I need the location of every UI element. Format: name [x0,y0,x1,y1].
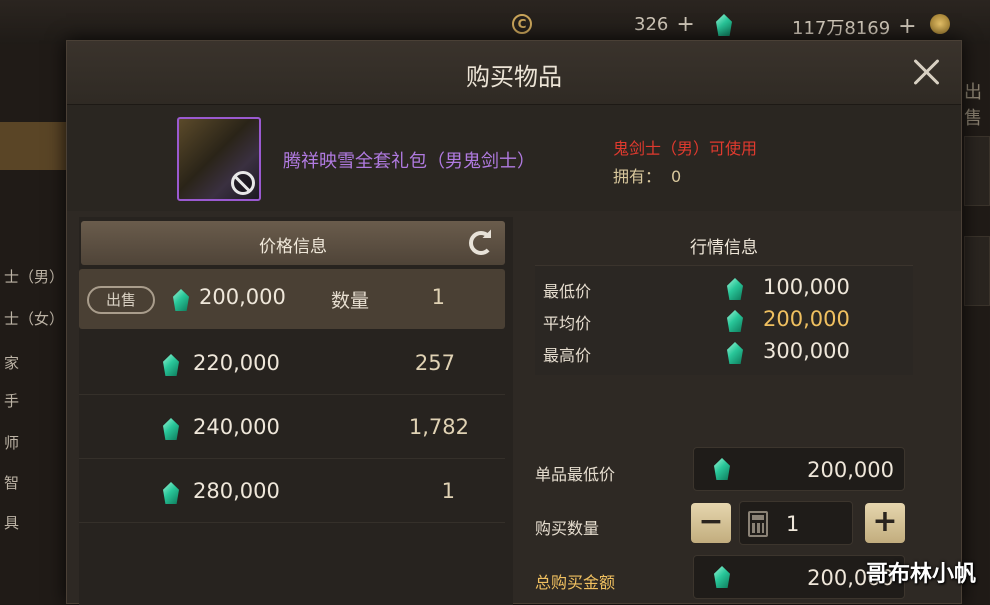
c-currency: C [512,14,532,34]
top-resource-bar: C 326 + 117万8169 + [0,0,990,44]
close-icon[interactable] [909,55,943,89]
quantity-input[interactable]: 1 [739,501,853,545]
unit-min-price-value: 200,000 [807,458,894,482]
offer-price: 220,000 [193,351,280,375]
category-item[interactable]: 智 [0,472,66,493]
purchase-dialog: 购买物品 腾祥映雪全套礼包（男鬼剑士） 鬼剑士（男）可使用 拥有： 0 价格信息 … [66,40,962,605]
market-info-panel: 行情信息 最低价 100,000 平均价 200,000 最高价 300,000 [531,217,917,377]
listing-card-partial[interactable] [964,136,990,206]
category-item[interactable]: 具 [0,512,66,533]
class-requirement: 鬼剑士（男）可使用 [613,139,758,158]
untradeable-icon [231,171,255,195]
gold-coin [930,14,950,34]
offer-row[interactable]: 280,000 1 [79,463,505,523]
unit-min-price-field: 200,000 [693,447,905,491]
quantity-label: 数量 [331,290,370,312]
offer-quantity: 1,782 [408,415,469,439]
c-currency-value: 326 [634,14,669,35]
gem-icon [163,418,179,440]
average-price-value: 200,000 [763,307,850,331]
highest-price-label: 最高价 [543,346,592,365]
market-row-highest: 最高价 300,000 [535,336,913,368]
offer-quantity: 257 [414,351,455,375]
dialog-title: 购买物品 [466,63,562,91]
total-amount-label: 总购买金额 [535,573,616,592]
gem-currency-amount: 117万8169 + [792,14,917,40]
price-info-header: 价格信息 [81,221,505,265]
gem-icon [173,289,189,311]
category-item[interactable]: 士（男） [0,266,66,287]
sell-tag: 出售 [87,286,155,314]
background-category-list: 士（男） 士（女） 家 手 师 智 具 [0,44,66,604]
price-info-title: 价格信息 [259,237,327,257]
dialog-header: 购买物品 [67,41,961,105]
owned-count: 拥有： 0 [613,163,681,187]
owned-label: 拥有： [613,167,662,186]
background-right-column: 出售 [962,44,990,604]
gem-icon [727,342,743,364]
lowest-price-value: 100,000 [763,275,850,299]
quantity-label: 购买数量 [535,519,600,538]
owned-value: 0 [671,167,682,186]
offer-quantity: 1 [431,285,445,309]
category-item[interactable]: 师 [0,432,66,453]
offer-row[interactable]: 220,000 257 [79,335,505,395]
calculator-icon[interactable] [748,511,768,537]
gem-icon [716,14,732,36]
offer-price: 280,000 [193,479,280,503]
price-info-panel: 价格信息 出售 200,000 数量 1 220,000 257 240,000… [79,217,513,605]
gem-icon [714,458,730,480]
category-item[interactable]: 家 [0,352,66,373]
gem-currency-display [716,14,732,36]
c-currency-icon: C [512,14,532,34]
offer-price: 240,000 [193,415,280,439]
offer-price: 200,000 [199,285,286,309]
offer-row[interactable]: 出售 200,000 数量 1 [79,269,505,329]
market-row-lowest: 最低价 100,000 [535,272,913,304]
offer-row[interactable]: 240,000 1,782 [79,399,505,459]
add-c-currency-button[interactable]: + [676,13,694,35]
gem-currency-value: 117万8169 [792,18,891,39]
increase-quantity-button[interactable]: + [865,503,905,543]
quantity-value: 1 [786,512,800,536]
lowest-price-label: 最低价 [543,282,592,301]
item-thumbnail[interactable] [177,117,261,201]
listing-card-partial[interactable] [964,236,990,306]
item-info: 腾祥映雪全套礼包（男鬼剑士） 鬼剑士（男）可使用 拥有： 0 [67,105,961,211]
refresh-icon[interactable] [469,231,493,255]
selected-category-highlight [0,122,66,170]
average-price-label: 平均价 [543,314,592,333]
item-name: 腾祥映雪全套礼包（男鬼剑士） [283,151,535,172]
unit-min-price-label: 单品最低价 [535,465,616,484]
sell-tab-partial[interactable]: 出售 [964,78,990,130]
gem-icon [163,482,179,504]
gem-icon [727,278,743,300]
gem-icon [163,354,179,376]
category-item[interactable]: 手 [0,390,66,411]
gold-coin-icon [930,14,950,34]
decrease-quantity-button[interactable]: − [691,503,731,543]
highest-price-value: 300,000 [763,339,850,363]
c-currency-display: 326 + [634,13,695,35]
add-gem-currency-button[interactable]: + [898,16,916,38]
watermark: 哥布林小帆 [865,562,976,587]
market-info-title: 行情信息 [690,238,758,258]
gem-icon [714,566,730,588]
market-row-average: 平均价 200,000 [535,304,913,336]
gem-icon [727,310,743,332]
category-item[interactable]: 士（女） [0,308,66,329]
offer-quantity: 1 [441,479,455,503]
market-stats: 最低价 100,000 平均价 200,000 最高价 300,000 [535,265,913,375]
